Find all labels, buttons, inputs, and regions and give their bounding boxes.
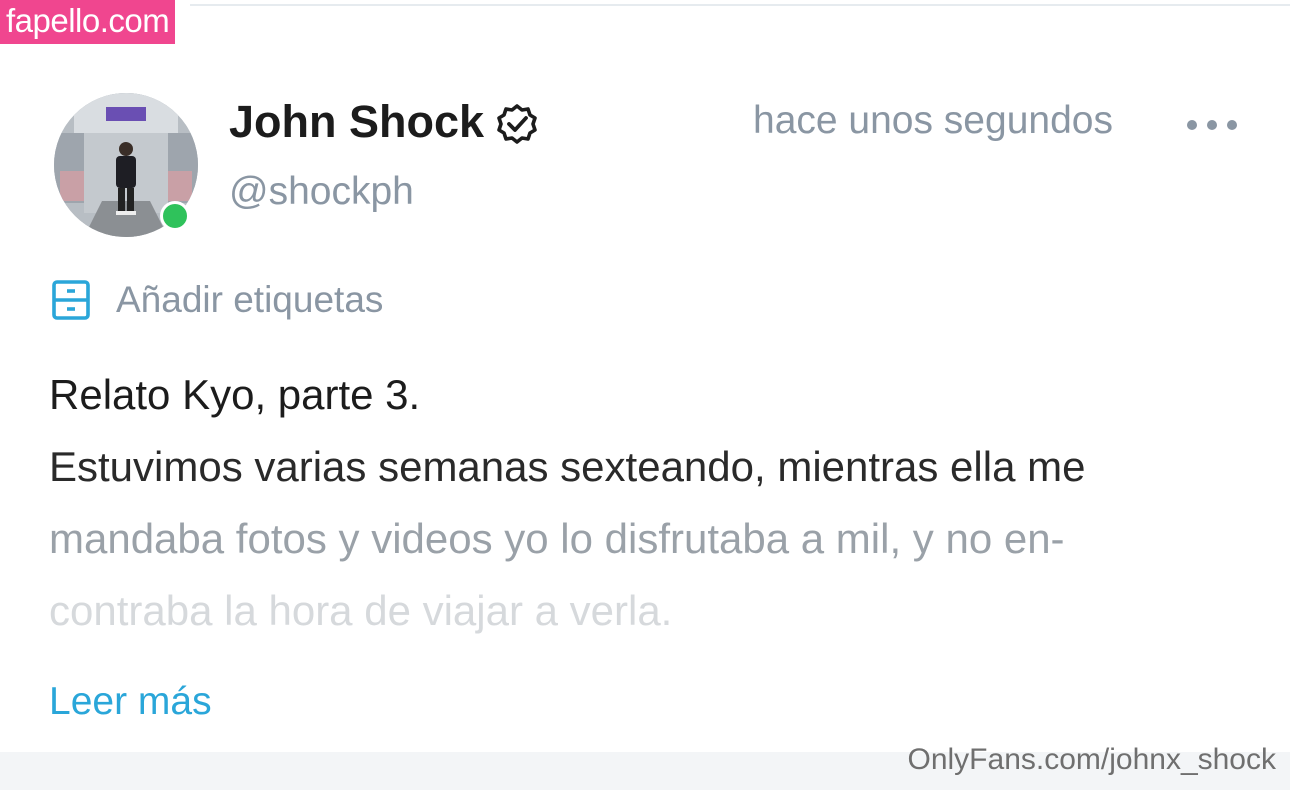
author-handle[interactable]: @shockph xyxy=(229,168,414,216)
online-status-indicator xyxy=(160,201,190,231)
post-title: Relato Kyo, parte 3. xyxy=(49,371,421,418)
post-body-line: mandaba fotos y videos yo lo disfrutaba … xyxy=(49,515,1065,562)
read-more-link[interactable]: Leer más xyxy=(49,677,212,727)
tag-list-icon xyxy=(52,280,90,320)
watermark-top: fapello.com xyxy=(0,0,176,44)
more-options-icon[interactable] xyxy=(1182,110,1242,140)
author-display-name[interactable]: John Shock xyxy=(229,96,484,148)
watermark-bottom: OnlyFans.com/johnx_shock xyxy=(907,743,1277,776)
post-timestamp[interactable]: hace unos segundos xyxy=(753,97,1113,145)
post-body-line: contraba la hora de viajar a verla. xyxy=(49,587,673,634)
add-tags-label: Añadir etiquetas xyxy=(116,279,384,320)
add-tags-button[interactable]: Añadir etiquetas xyxy=(50,274,383,326)
post-body-line: Estuvimos varias semanas sexteando, mien… xyxy=(49,443,1086,490)
top-divider xyxy=(190,4,1290,6)
verified-badge-icon xyxy=(497,104,537,144)
